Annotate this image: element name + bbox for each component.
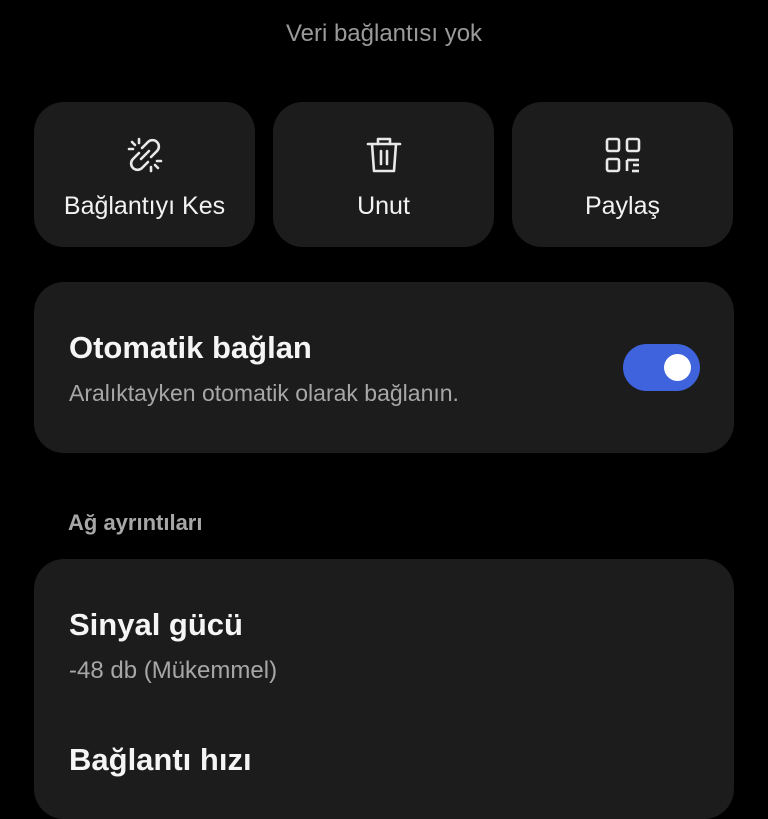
trash-icon [362, 133, 406, 177]
connection-status-text: Veri bağlantısı yok [285, 20, 483, 47]
toggle-knob [664, 354, 691, 381]
qr-code-icon [601, 133, 645, 177]
share-button-label: Paylaş [584, 192, 661, 220]
forget-button-label: Unut [357, 192, 410, 220]
auto-connect-title: Otomatik bağlan [69, 330, 312, 365]
disconnect-button[interactable]: Bağlantıyı Kes [34, 102, 255, 247]
auto-connect-subtitle: Aralıktayken otomatik olarak bağlanın. [69, 380, 459, 406]
share-button[interactable]: Paylaş [512, 102, 733, 247]
network-details-card: Sinyal gücü -48 db (Mükemmel) Bağlantı h… [34, 559, 734, 819]
forget-button[interactable]: Unut [273, 102, 494, 247]
signal-strength-title: Sinyal gücü [69, 607, 243, 642]
auto-connect-card[interactable]: Otomatik bağlan Aralıktayken otomatik ol… [34, 282, 734, 453]
disconnect-button-label: Bağlantıyı Kes [63, 192, 226, 220]
auto-connect-toggle[interactable] [623, 344, 700, 391]
unlink-icon [123, 133, 167, 177]
network-details-header: Ağ ayrıntıları [68, 510, 203, 535]
signal-strength-value: -48 db (Mükemmel) [69, 657, 278, 684]
link-speed-title: Bağlantı hızı [69, 742, 252, 777]
